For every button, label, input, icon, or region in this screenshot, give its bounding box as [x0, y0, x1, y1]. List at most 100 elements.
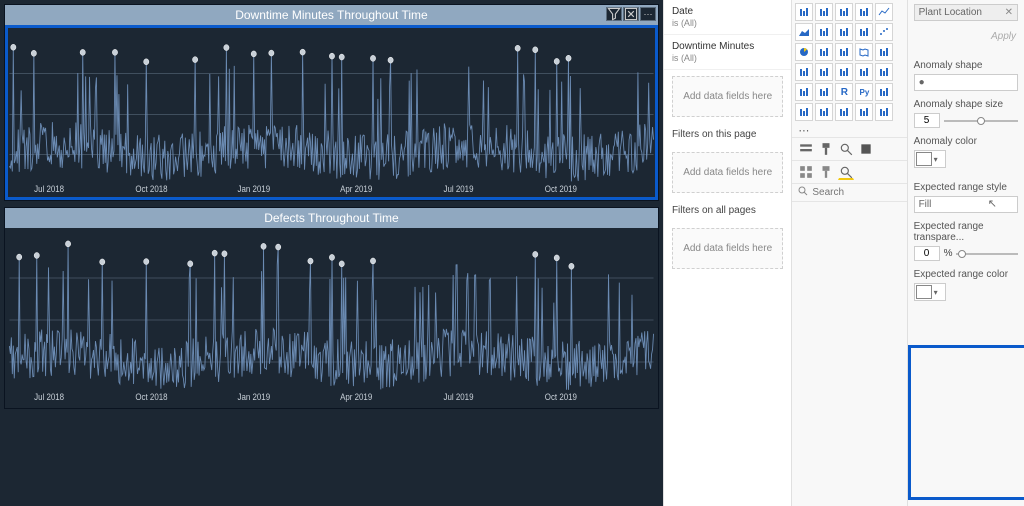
search-input[interactable] [812, 187, 882, 198]
visualizations-pane: RPy ⋯ [792, 0, 907, 506]
viz-type-pie[interactable] [795, 43, 813, 61]
viz-type-stacked-column[interactable] [835, 3, 853, 21]
anomaly-size-input[interactable] [914, 113, 940, 128]
filter-summary: is (All) [672, 53, 783, 63]
viz-type-treemap[interactable] [835, 43, 853, 61]
highlight-box [908, 345, 1024, 500]
svg-text:Jul 2018: Jul 2018 [34, 184, 64, 195]
viz-type-clustered-bar[interactable] [815, 3, 833, 21]
viz-type-line[interactable] [875, 3, 893, 21]
filter-icon[interactable] [606, 7, 622, 21]
subtab-fields-icon[interactable] [798, 164, 814, 180]
tab-fields-icon[interactable] [798, 141, 814, 157]
filter-summary: is (All) [672, 18, 783, 28]
viz-type-matrix[interactable] [815, 83, 833, 101]
filter-card-date[interactable]: Date is (All) [664, 0, 791, 35]
svg-text:Oct 2018: Oct 2018 [135, 184, 167, 195]
viz-type-slicer[interactable] [875, 63, 893, 81]
tab-analytics-icon[interactable] [838, 141, 854, 157]
more-icon[interactable]: ⋯ [640, 7, 656, 21]
filters-page-header: Filters on this page [664, 123, 791, 146]
anomaly-size-slider[interactable] [944, 115, 1018, 127]
chart-title: Downtime Minutes Throughout Time [235, 8, 428, 22]
viz-type-py-visual[interactable]: Py [855, 83, 873, 101]
search-row [792, 184, 906, 202]
viz-type-decomp[interactable] [795, 103, 813, 121]
svg-text:Jan 2019: Jan 2019 [238, 184, 271, 195]
filters-allpages-header: Filters on all pages [664, 199, 791, 222]
tab-unknown-icon[interactable] [858, 141, 874, 157]
add-fields-page[interactable]: Add data fields here [672, 152, 783, 193]
viz-type-r-visual[interactable]: R [835, 83, 853, 101]
chart-title: Defects Throughout Time [264, 211, 399, 225]
viz-type-waterfall[interactable] [835, 23, 853, 41]
svg-text:Oct 2019: Oct 2019 [545, 184, 577, 195]
chart-title-bar: Defects Throughout Time [5, 208, 658, 228]
field-chip-plant-location[interactable]: Plant Location ✕ [914, 4, 1018, 21]
viz-type-key-influencer[interactable] [875, 83, 893, 101]
viz-type-arcgis[interactable] [875, 103, 893, 121]
chart-downtime[interactable]: Downtime Minutes Throughout Time ⋯ Jul 2… [4, 4, 659, 201]
viz-type-filled-map[interactable] [875, 43, 893, 61]
range-style-dropdown[interactable]: Fill ↖ [914, 196, 1018, 213]
add-fields-visual[interactable]: Add data fields here [672, 76, 783, 117]
svg-text:Apr 2019: Apr 2019 [340, 184, 372, 195]
svg-text:Jul 2019: Jul 2019 [444, 392, 474, 403]
filter-field-name: Downtime Minutes [672, 41, 783, 52]
viz-type-donut[interactable] [815, 43, 833, 61]
close-icon[interactable]: ✕ [1005, 7, 1013, 18]
svg-text:Apr 2019: Apr 2019 [340, 392, 372, 403]
focus-icon[interactable] [623, 7, 639, 21]
viz-type-clustered-column[interactable] [855, 3, 873, 21]
field-chip-label: Plant Location [919, 7, 982, 18]
anomaly-color-dropdown[interactable]: ▾ [914, 150, 946, 168]
svg-text:Jul 2019: Jul 2019 [444, 184, 474, 195]
chart-plot-area[interactable]: Jul 2018Oct 2018Jan 2019Apr 2019Jul 2019… [5, 228, 658, 408]
filters-pane: Date is (All) Downtime Minutes is (All) … [663, 0, 792, 506]
viz-type-ribbon[interactable] [815, 23, 833, 41]
anomaly-size-label: Anomaly shape size [914, 99, 1018, 110]
range-color-label: Expected range color [914, 269, 1018, 280]
filter-field-name: Date [672, 6, 783, 17]
format-pane: Plant Location ✕ Apply Anomaly shape ● A… [908, 0, 1024, 506]
report-canvas: Downtime Minutes Throughout Time ⋯ Jul 2… [0, 0, 663, 506]
viz-type-qa[interactable] [815, 103, 833, 121]
anomaly-shape-dropdown[interactable]: ● [914, 74, 1018, 91]
svg-text:Jul 2018: Jul 2018 [34, 392, 64, 403]
subtab-format-icon[interactable] [818, 164, 834, 180]
svg-text:Oct 2019: Oct 2019 [545, 392, 577, 403]
range-trans-label: Expected range transpare... [914, 221, 1018, 243]
range-trans-unit: % [944, 248, 953, 259]
viz-gallery: RPy [792, 0, 906, 124]
viz-mode-tabs [792, 137, 906, 161]
viz-type-area[interactable] [795, 23, 813, 41]
range-style-label: Expected range style [914, 182, 1018, 193]
chart-plot-area[interactable]: Jul 2018 Oct 2018 Jan 2019 Apr 2019 Jul 2019… [5, 25, 658, 200]
range-trans-input[interactable] [914, 246, 940, 261]
viz-type-scatter[interactable] [875, 23, 893, 41]
anomaly-color-label: Anomaly color [914, 136, 1018, 147]
tab-format-icon[interactable] [818, 141, 834, 157]
viz-type-card[interactable] [815, 63, 833, 81]
viz-type-kpi[interactable] [855, 63, 873, 81]
range-color-dropdown[interactable]: ▾ [914, 283, 946, 301]
chart-title-bar: Downtime Minutes Throughout Time ⋯ [5, 5, 658, 25]
apply-label: Apply [914, 25, 1018, 52]
filter-card-downtime[interactable]: Downtime Minutes is (All) [664, 35, 791, 70]
add-fields-allpages[interactable]: Add data fields here [672, 228, 783, 269]
viz-type-gauge[interactable] [795, 63, 813, 81]
search-icon [798, 186, 808, 199]
viz-type-stacked-bar[interactable] [795, 3, 813, 21]
anomaly-shape-label: Anomaly shape [914, 60, 1018, 71]
chart-defects[interactable]: Defects Throughout Time Jul 2018 Oct 2018… [4, 207, 659, 409]
viz-type-paginated[interactable] [855, 103, 873, 121]
viz-type-narrative[interactable] [835, 103, 853, 121]
subtab-analytics-icon[interactable] [838, 164, 854, 180]
viz-type-funnel[interactable] [855, 23, 873, 41]
viz-type-table[interactable] [795, 83, 813, 101]
viz-type-multi-card[interactable] [835, 63, 853, 81]
cursor-icon: ↖ [988, 197, 997, 210]
range-trans-slider[interactable] [956, 248, 1018, 260]
viz-type-map[interactable] [855, 43, 873, 61]
svg-text:Oct 2018: Oct 2018 [135, 392, 167, 403]
